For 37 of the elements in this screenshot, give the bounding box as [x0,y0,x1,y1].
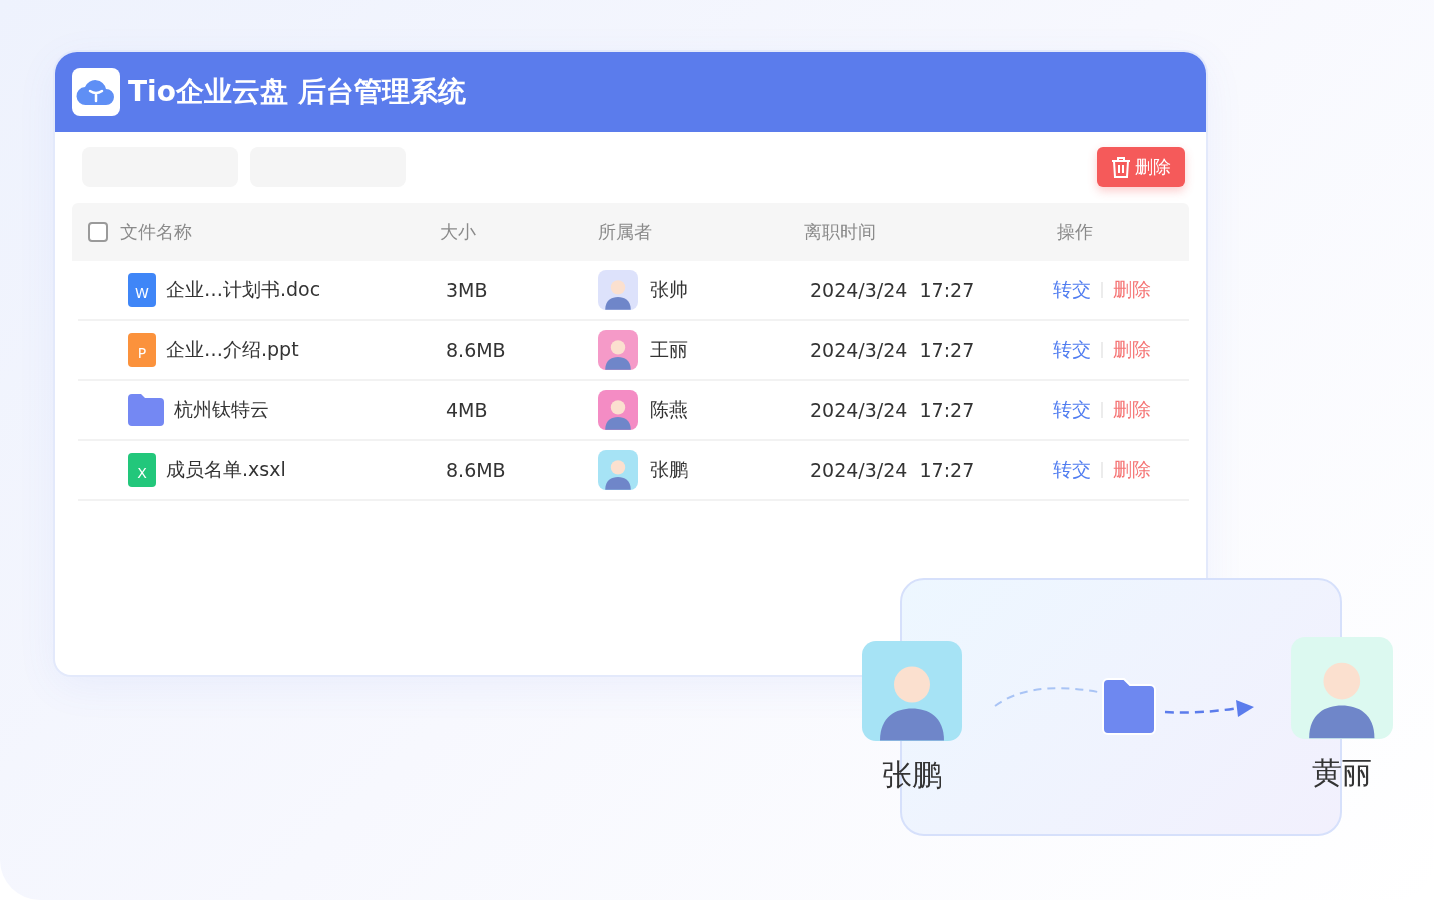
owner-name: 张鹏 [650,457,688,482]
owner-name: 张帅 [650,277,688,302]
transfer-link[interactable]: 转交 [1053,457,1091,483]
delete-link[interactable]: 删除 [1113,457,1151,483]
cloud-logo-icon [72,68,120,116]
file-icon: W [128,273,156,307]
transfer-link[interactable]: 转交 [1053,277,1091,303]
file-name: 企业…计划书.doc [166,277,321,302]
transfer-link[interactable]: 转交 [1053,397,1091,423]
column-header: 大小 [440,220,477,244]
window-title: Tio企业云盘 后台管理系统 [128,74,466,110]
folder-icon [1102,678,1156,735]
sender-name: 张鹏 [882,756,942,794]
recipient-name: 黄丽 [1312,754,1372,792]
file-name: 成员名单.xsxl [166,457,286,482]
column-header: 离职时间 [804,220,877,244]
owner-name: 陈燕 [650,397,688,422]
transfer-link[interactable]: 转交 [1053,337,1091,363]
file-icon: P [128,333,156,367]
file-name: 企业…介绍.ppt [166,337,299,362]
file-size: 8.6MB [446,459,507,481]
column-header: 所属者 [598,220,653,244]
owner-name: 王丽 [650,337,688,362]
column-header: 文件名称 [120,220,192,244]
file-name: 杭州钛特云 [174,397,269,422]
column-header: 操作 [1057,220,1094,244]
delete-link[interactable]: 删除 [1113,397,1151,423]
delete-link[interactable]: 删除 [1113,337,1151,363]
select-all-checkbox[interactable] [88,222,108,242]
file-size: 3MB [446,279,489,301]
delete-button[interactable]: 删除 [1097,147,1185,187]
folder-icon [128,394,164,426]
file-size: 8.6MB [446,339,507,361]
delete-link[interactable]: 删除 [1113,277,1151,303]
trash-icon [1111,156,1131,178]
file-icon: X [128,453,156,487]
file-size: 4MB [446,399,489,421]
